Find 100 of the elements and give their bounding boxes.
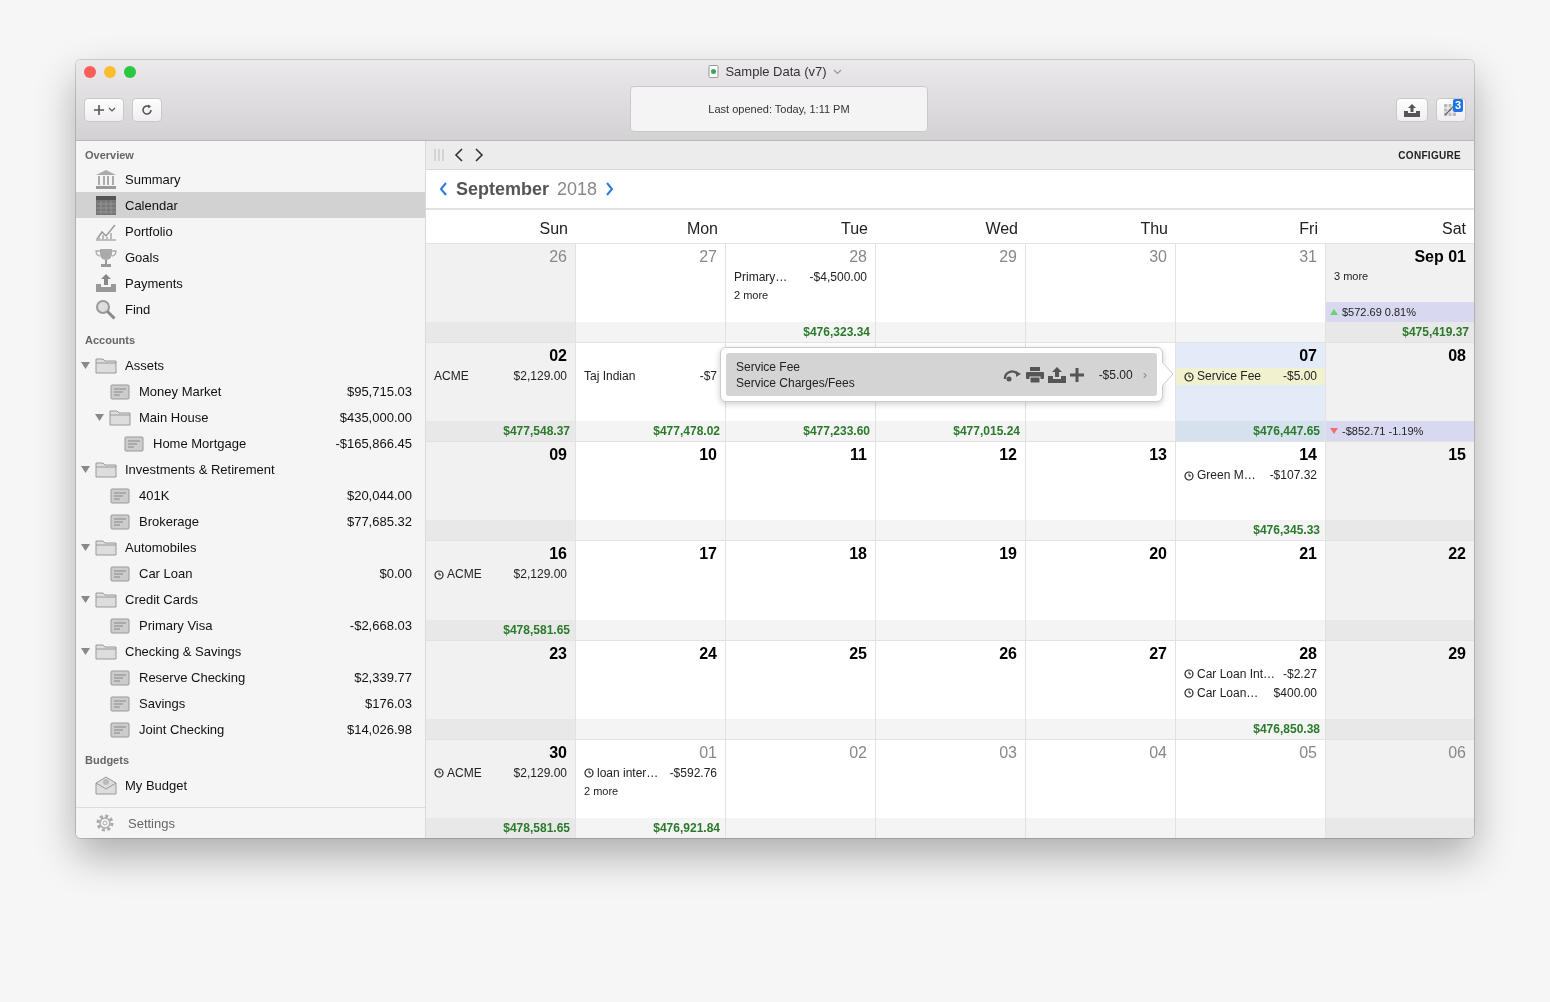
- day-cell[interactable]: 04: [1026, 739, 1176, 838]
- day-number: 10: [698, 445, 717, 466]
- upload-tray-icon: [1403, 103, 1421, 117]
- day-cell[interactable]: 20: [1026, 541, 1176, 640]
- sidebar-item[interactable]: Home Mortgage -$165,866.45: [76, 430, 425, 456]
- sidebar-item[interactable]: Brokerage $77,685.32: [76, 508, 425, 534]
- sidebar-item[interactable]: 401K $20,044.00: [76, 482, 425, 508]
- upload-icon[interactable]: [1046, 366, 1067, 383]
- day-cell[interactable]: 03: [876, 739, 1026, 838]
- sidebar-item[interactable]: Portfolio: [76, 218, 425, 244]
- triangle-down-icon[interactable]: [81, 594, 90, 604]
- triangle-down-icon[interactable]: [81, 464, 90, 474]
- sidebar-item[interactable]: Goals: [76, 244, 425, 270]
- sidebar-item[interactable]: Main House $435,000.00: [76, 404, 425, 430]
- day-cell[interactable]: 27: [1026, 640, 1176, 739]
- triangle-down-icon[interactable]: [81, 542, 90, 552]
- day-cell[interactable]: 30 ACME $2,129.00 $478,581.65: [426, 739, 576, 838]
- sidebar-item[interactable]: Checking & Savings: [76, 638, 425, 664]
- day-cell[interactable]: 28 Car Loan Int… -$2.27 Car Loan… $400.00 $476,850.38: [1176, 640, 1326, 739]
- day-cell[interactable]: 30: [1026, 244, 1176, 343]
- day-cell[interactable]: 24: [576, 640, 726, 739]
- sidebar-item[interactable]: Credit Cards: [76, 586, 425, 612]
- sidebar-item[interactable]: Assets: [76, 352, 425, 378]
- configure-button[interactable]: CONFIGURE: [1398, 149, 1461, 161]
- day-cell[interactable]: 14 Green M… -$107.32 $476,345.33: [1176, 442, 1326, 541]
- settings-button[interactable]: Settings: [94, 812, 175, 834]
- triangle-down-icon[interactable]: [95, 412, 104, 422]
- day-cell[interactable]: 15: [1326, 442, 1474, 541]
- print-icon[interactable]: [1024, 366, 1045, 383]
- transaction-entry[interactable]: Car Loan… $400.00: [1184, 684, 1317, 702]
- day-cell[interactable]: 17: [576, 541, 726, 640]
- next-month-icon[interactable]: [605, 182, 615, 196]
- day-cell[interactable]: 08 -$852.71 -1.19%: [1326, 343, 1474, 442]
- day-cell[interactable]: 29: [876, 244, 1026, 343]
- share-button[interactable]: [1396, 98, 1428, 122]
- day-cell[interactable]: 27: [576, 244, 726, 343]
- transaction-entry[interactable]: Primary… -$4,500.00: [734, 269, 867, 286]
- day-cell[interactable]: 10: [576, 442, 726, 541]
- day-cell[interactable]: 09: [426, 442, 576, 541]
- day-cell[interactable]: Taj Indian -$7 $477,478.02: [576, 343, 726, 442]
- day-cell[interactable]: 21: [1176, 541, 1326, 640]
- day-cell[interactable]: 02: [726, 739, 876, 838]
- sidebar-item[interactable]: Primary Visa -$2,668.03: [76, 612, 425, 638]
- day-cell[interactable]: 31: [1176, 244, 1326, 343]
- day-cell[interactable]: 29: [1326, 640, 1474, 739]
- transaction-entry[interactable]: Car Loan Int… -$2.27: [1184, 665, 1317, 683]
- triangle-down-icon[interactable]: [81, 360, 90, 370]
- previous-month-icon[interactable]: [439, 182, 448, 196]
- sidebar-item[interactable]: Money Market $95,715.03: [76, 378, 425, 404]
- day-cell[interactable]: 26: [876, 640, 1026, 739]
- transaction-entry[interactable]: ACME $2,129.00: [434, 566, 567, 584]
- sidebar-item[interactable]: Savings $176.03: [76, 690, 425, 716]
- day-cell[interactable]: 23: [426, 640, 576, 739]
- triangle-down-icon[interactable]: [81, 646, 90, 656]
- transaction-entry[interactable]: loan inter… -$592.76: [584, 764, 717, 782]
- sidebar-item[interactable]: Automobiles: [76, 534, 425, 560]
- day-cell[interactable]: 28 Primary… -$4,500.00 2 more $476,323.34: [726, 244, 876, 343]
- transaction-entry[interactable]: ACME $2,129.00: [434, 368, 567, 386]
- sidebar-item[interactable]: Payments: [76, 270, 425, 296]
- forward-icon[interactable]: [474, 148, 484, 162]
- sidebar-item[interactable]: Reserve Checking $2,339.77: [76, 664, 425, 690]
- plus-icon[interactable]: [1068, 366, 1085, 383]
- transaction-entry[interactable]: Green M… -$107.32: [1184, 467, 1317, 485]
- refresh-button[interactable]: [132, 98, 162, 122]
- day-cell[interactable]: 02 ACME $2,129.00 $477,548.37: [426, 343, 576, 442]
- transaction-entry[interactable]: Service Fee -$5.00: [1176, 368, 1325, 386]
- day-cell[interactable]: 01 loan inter… -$592.76 2 more $476,921.84: [576, 739, 726, 838]
- sidebar-item[interactable]: Car Loan $0.00: [76, 560, 425, 586]
- drag-handle-icon[interactable]: [434, 149, 444, 161]
- more-link[interactable]: 3 more: [1334, 270, 1466, 282]
- sidebar-item[interactable]: Summary: [76, 166, 425, 192]
- sidebar-item[interactable]: Calendar: [76, 192, 425, 218]
- day-cell[interactable]: 05: [1176, 739, 1326, 838]
- day-cell[interactable]: 25: [726, 640, 876, 739]
- sidebar-item[interactable]: Joint Checking $14,026.98: [76, 716, 425, 742]
- sidebar-item[interactable]: Investments & Retirement: [76, 456, 425, 482]
- back-icon[interactable]: [454, 148, 464, 162]
- day-cell[interactable]: 16 ACME $2,129.00 $478,581.65: [426, 541, 576, 640]
- day-cell[interactable]: 07 Service Fee -$5.00 $476,447.65: [1176, 343, 1326, 442]
- more-link[interactable]: 2 more: [584, 784, 717, 797]
- day-cell[interactable]: Sep 01 3 more $572.69 0.81% $475,419.37: [1326, 244, 1474, 343]
- transaction-entry[interactable]: Taj Indian -$7: [584, 368, 717, 386]
- sidebar-item[interactable]: My Budget: [76, 772, 425, 798]
- close-button[interactable]: [84, 66, 96, 78]
- day-cell[interactable]: 19: [876, 541, 1026, 640]
- day-cell[interactable]: 11: [726, 442, 876, 541]
- clock-icon: [1184, 688, 1194, 699]
- day-number: 02: [548, 346, 567, 367]
- day-cell[interactable]: 22: [1326, 541, 1474, 640]
- sidebar-item[interactable]: Find: [76, 296, 425, 322]
- month-label: September: [456, 178, 550, 200]
- weekday-label: Tue: [840, 219, 869, 239]
- more-link[interactable]: 2 more: [734, 289, 867, 301]
- day-number: 23: [548, 643, 567, 664]
- day-cell[interactable]: 18: [726, 541, 876, 640]
- reconcile-button[interactable]: 3: [1436, 98, 1466, 122]
- add-button[interactable]: [84, 98, 124, 122]
- transaction-entry[interactable]: ACME $2,129.00: [434, 764, 567, 782]
- day-cell[interactable]: 13: [1026, 442, 1176, 541]
- day-cell[interactable]: 12: [876, 442, 1026, 541]
